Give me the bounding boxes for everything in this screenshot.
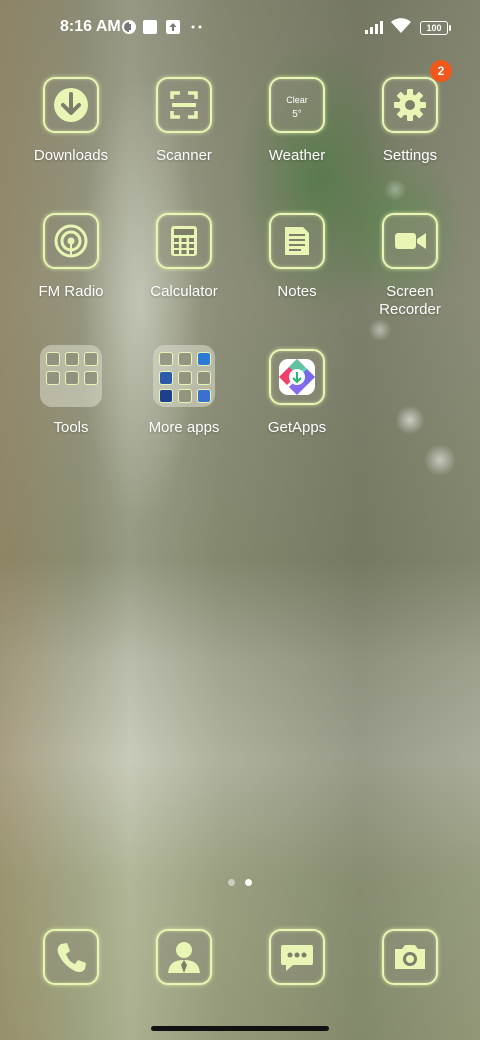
- dock-contacts[interactable]: [129, 929, 239, 985]
- dock-messages[interactable]: [242, 929, 352, 985]
- folder-tools[interactable]: Tools: [16, 345, 126, 437]
- app-screen-recorder[interactable]: Screen Recorder: [355, 213, 465, 319]
- app-label: Tools: [53, 419, 89, 436]
- gear-icon: [382, 77, 438, 133]
- phone-icon: [43, 929, 99, 985]
- radio-icon: [43, 213, 99, 269]
- app-settings[interactable]: Settings: [355, 77, 465, 165]
- notification-badge: 2: [430, 60, 452, 82]
- weather-temperature: 5°: [292, 109, 302, 120]
- calculator-icon: [156, 213, 212, 269]
- app-label: Notes: [277, 283, 317, 300]
- page-dot[interactable]: [228, 879, 235, 886]
- dock-phone[interactable]: [16, 929, 126, 985]
- vpn-icon: [122, 20, 136, 34]
- video-camera-icon: [382, 213, 438, 269]
- scan-frame-icon: [156, 77, 212, 133]
- app-label: FM Radio: [38, 283, 104, 300]
- app-fm-radio[interactable]: FM Radio: [16, 213, 126, 301]
- wifi-icon: [391, 18, 411, 33]
- battery-indicator: 100: [420, 21, 451, 35]
- app-calculator[interactable]: Calculator: [129, 213, 239, 301]
- signal-icon: [365, 21, 383, 34]
- folder-icon: [153, 345, 215, 407]
- camera-icon: [382, 929, 438, 985]
- download-arrow-icon: [43, 77, 99, 133]
- page-dot-active[interactable]: [245, 879, 252, 886]
- weather-icon: Clear 5°: [269, 77, 325, 133]
- app-scanner[interactable]: Scanner: [129, 77, 239, 165]
- app-label: Scanner: [156, 147, 212, 164]
- app-label: Screen Recorder: [379, 283, 441, 318]
- weather-condition: Clear: [286, 95, 308, 105]
- app-downloads[interactable]: Downloads: [16, 77, 126, 165]
- app-notes[interactable]: Notes: [242, 213, 352, 301]
- app-label: Calculator: [150, 283, 218, 300]
- app-label: Downloads: [33, 147, 109, 164]
- home-gesture-bar[interactable]: [151, 1026, 329, 1031]
- app-label: GetApps: [267, 419, 327, 436]
- note-icon: [269, 213, 325, 269]
- app-label: Settings: [382, 147, 438, 164]
- more-notifications-icon: [191, 25, 202, 29]
- messages-icon: [269, 929, 325, 985]
- folder-more-apps[interactable]: More apps: [129, 345, 239, 437]
- status-time: 8:16 AM: [60, 18, 121, 35]
- getapps-icon: [269, 349, 325, 405]
- contacts-icon: [156, 929, 212, 985]
- status-bar: 8:16 AM 100: [0, 0, 480, 56]
- notification-square-icon: [143, 20, 157, 34]
- app-weather[interactable]: Clear 5° Weather: [242, 77, 352, 165]
- upload-icon: [166, 20, 180, 34]
- app-getapps[interactable]: GetApps: [242, 349, 352, 437]
- dock-camera[interactable]: [355, 929, 465, 985]
- app-label: Weather: [268, 147, 326, 164]
- app-label: More apps: [148, 419, 220, 436]
- folder-icon: [40, 345, 102, 407]
